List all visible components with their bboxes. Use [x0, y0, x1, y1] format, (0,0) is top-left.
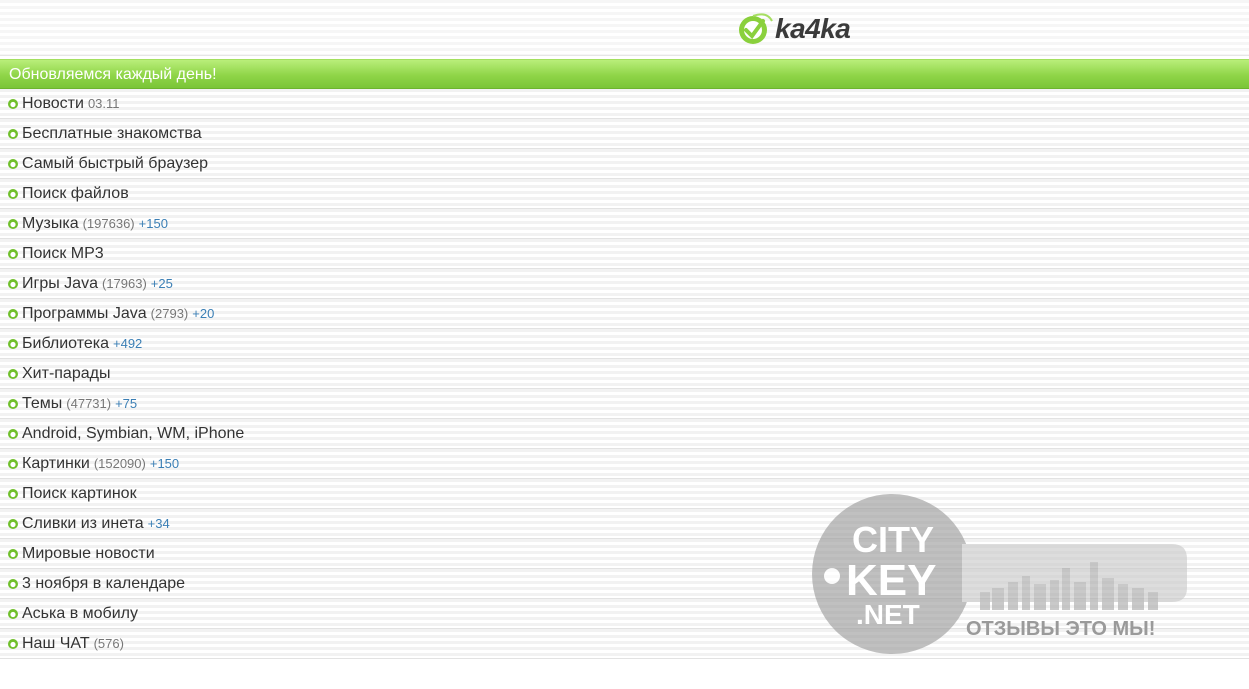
menu-item[interactable]: Поиск файлов — [0, 179, 1249, 209]
menu-item[interactable]: Аська в мобилу — [0, 599, 1249, 629]
menu-item-label: Картинки — [22, 454, 90, 472]
menu-item-label: Темы — [22, 394, 63, 412]
menu-item-new-count: +75 — [115, 396, 138, 411]
update-banner: Обновляемся каждый день! — [0, 59, 1249, 89]
menu-item[interactable]: Игры Java (17963) +25 — [0, 269, 1249, 299]
leaf-bullet-icon — [8, 458, 18, 469]
menu-item-new-count: +150 — [138, 216, 168, 231]
leaf-bullet-icon — [8, 518, 18, 529]
menu-item[interactable]: Темы (47731) +75 — [0, 389, 1249, 419]
main-menu: Новости 03.11 Бесплатные знакомства Самый б… — [0, 89, 1249, 659]
leaf-bullet-icon — [8, 218, 18, 229]
menu-item-count: (2793) — [150, 306, 189, 321]
leaf-bullet-icon — [8, 488, 18, 499]
leaf-bullet-icon — [8, 428, 18, 439]
menu-item-label: Программы Java — [22, 304, 147, 322]
menu-item-label: Самый быстрый браузер — [22, 154, 209, 172]
menu-item-count: (197636) — [82, 216, 135, 231]
leaf-bullet-icon — [8, 398, 18, 409]
menu-item-count: (152090) — [93, 456, 146, 471]
menu-item[interactable]: Новости 03.11 — [0, 89, 1249, 119]
menu-item-label: 3 ноября в календаре — [22, 574, 186, 592]
menu-item[interactable]: Картинки (152090) +150 — [0, 449, 1249, 479]
menu-item[interactable]: Сливки из инета +34 — [0, 509, 1249, 539]
menu-item-label: Музыка — [22, 214, 79, 232]
menu-item-new-count: +25 — [150, 276, 173, 291]
menu-item-label: Поиск MP3 — [22, 244, 104, 262]
leaf-bullet-icon — [8, 308, 18, 319]
menu-item[interactable]: Самый быстрый браузер — [0, 149, 1249, 179]
leaf-bullet-icon — [8, 188, 18, 199]
leaf-bullet-icon — [8, 578, 18, 589]
menu-item[interactable]: Библиотека +492 — [0, 329, 1249, 359]
leaf-bullet-icon — [8, 608, 18, 619]
menu-item-label: Наш ЧАТ — [22, 634, 90, 652]
site-logo[interactable]: ka4ka — [737, 10, 851, 48]
logo-text: ka4ka — [775, 13, 851, 44]
menu-item[interactable]: Хит-парады — [0, 359, 1249, 389]
leaf-bullet-icon — [8, 158, 18, 169]
menu-item[interactable]: Android, Symbian, WM, iPhone — [0, 419, 1249, 449]
leaf-bullet-icon — [8, 548, 18, 559]
menu-item-label: Игры Java — [22, 274, 98, 292]
menu-item[interactable]: 3 ноября в календаре — [0, 569, 1249, 599]
menu-item-label: Сливки из инета — [22, 514, 144, 532]
leaf-bullet-icon — [8, 638, 18, 649]
menu-item-new-count: +34 — [147, 516, 170, 531]
menu-item-label: Android, Symbian, WM, iPhone — [22, 424, 245, 442]
leaf-bullet-icon — [8, 338, 18, 349]
menu-item-date: 03.11 — [87, 96, 120, 111]
menu-item[interactable]: Бесплатные знакомства — [0, 119, 1249, 149]
menu-item-label: Библиотека — [22, 334, 109, 352]
menu-item-label: Хит-парады — [22, 364, 111, 382]
menu-item-label: Поиск файлов — [22, 184, 129, 202]
menu-item-label: Бесплатные знакомства — [22, 124, 202, 142]
leaf-bullet-icon — [8, 278, 18, 289]
menu-item-label: Новости — [22, 94, 84, 112]
menu-item-count: (47731) — [66, 396, 112, 411]
leaf-bullet-icon — [8, 98, 18, 109]
menu-item[interactable]: Музыка (197636) +150 — [0, 209, 1249, 239]
menu-item[interactable]: Наш ЧАТ (576) — [0, 629, 1249, 659]
menu-item-new-count: +492 — [113, 336, 143, 351]
menu-item-new-count: +20 — [192, 306, 215, 321]
menu-item-new-count: +150 — [149, 456, 180, 471]
menu-item[interactable]: Мировые новости — [0, 539, 1249, 569]
menu-item-count: (576) — [93, 636, 124, 651]
menu-item-label: Мировые новости — [22, 544, 155, 562]
menu-item[interactable]: Поиск картинок — [0, 479, 1249, 509]
menu-item[interactable]: Поиск MP3 — [0, 239, 1249, 269]
site-header: ka4ka — [0, 0, 1249, 56]
leaf-bullet-icon — [8, 368, 18, 379]
menu-item-count: (17963) — [101, 276, 147, 291]
leaf-circle-icon — [739, 13, 773, 44]
leaf-bullet-icon — [8, 248, 18, 259]
menu-item-label: Аська в мобилу — [22, 604, 138, 622]
menu-item[interactable]: Программы Java (2793) +20 — [0, 299, 1249, 329]
menu-item-label: Поиск картинок — [22, 484, 137, 502]
leaf-bullet-icon — [8, 128, 18, 139]
